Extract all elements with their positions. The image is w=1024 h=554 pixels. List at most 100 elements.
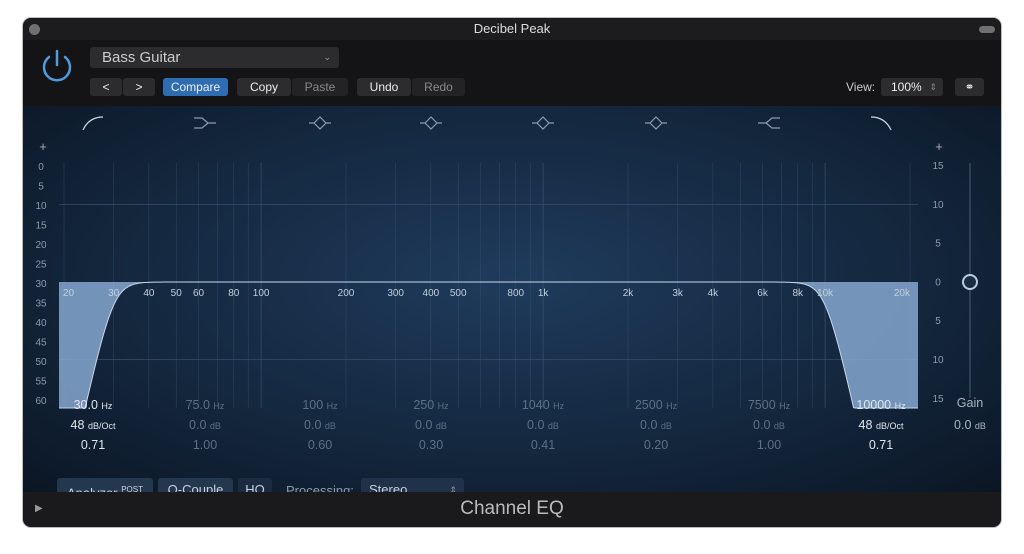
freq-label: 300 xyxy=(387,288,404,299)
band-frequency[interactable]: 10000 Hz xyxy=(831,398,931,412)
freq-label: 100 xyxy=(253,288,270,299)
freq-label: 50 xyxy=(171,288,183,299)
freq-label: 40 xyxy=(143,288,155,299)
band-frequency[interactable]: 1040 Hz xyxy=(493,398,593,412)
band-q-value: 1.00 xyxy=(192,438,218,452)
band-q[interactable]: 0.30 xyxy=(381,438,481,452)
band-frequency[interactable]: 100 Hz xyxy=(270,398,370,412)
band-q[interactable]: 1.00 xyxy=(719,438,819,452)
band-gain-value: 0.0 xyxy=(304,418,322,432)
peak-icon[interactable] xyxy=(645,116,667,130)
resize-pill[interactable] xyxy=(979,26,995,33)
compare-button[interactable]: Compare xyxy=(163,78,228,96)
eq-graph[interactable]: 20 30 40 50 60 80 100 200 300 400 500 800 1k 2k 3k 4k 6k… xyxy=(23,106,1001,492)
band-q[interactable]: 0.71 xyxy=(831,438,931,452)
peak-icon[interactable] xyxy=(309,116,331,130)
eq-panel: 20 30 40 50 60 80 100 200 300 400 500 800 1k 2k 3k 4k 6k… xyxy=(23,106,1001,502)
preset-dropdown[interactable]: Bass Guitar ⌄ xyxy=(90,47,339,68)
freq-label: 500 xyxy=(450,288,467,299)
gain-slider-knob[interactable] xyxy=(962,274,978,290)
gain-scale-tick: 5 xyxy=(935,239,941,250)
band-gain[interactable]: 0.0 dB xyxy=(719,418,819,432)
copy-button[interactable]: Copy xyxy=(237,78,291,96)
band-frequency-value: 100 xyxy=(302,398,324,412)
band-gain-unit: dB xyxy=(773,421,785,431)
band-gain-unit: dB xyxy=(435,421,447,431)
title-bar: Decibel Peak xyxy=(23,18,1001,40)
freq-label: 200 xyxy=(338,288,355,299)
next-preset-button[interactable]: > xyxy=(123,78,155,96)
band-gain-value: 48 xyxy=(858,418,873,432)
close-dot[interactable] xyxy=(29,24,40,35)
band-frequency-unit: Hz xyxy=(666,401,678,411)
paste-button[interactable]: Paste xyxy=(292,78,348,96)
band-q[interactable]: 1.00 xyxy=(155,438,255,452)
power-icon[interactable] xyxy=(38,48,76,86)
band-frequency-unit: Hz xyxy=(553,401,565,411)
band-frequency-value: 7500 xyxy=(747,398,776,412)
low-cut-icon[interactable] xyxy=(82,116,104,131)
bottom-bar: ▶ Channel EQ xyxy=(23,492,1001,527)
stepper-icon: ⇕ xyxy=(929,82,937,92)
band-frequency[interactable]: 2500 Hz xyxy=(606,398,706,412)
band-gain[interactable]: 0.0 dB xyxy=(155,418,255,432)
band-frequency-value: 1040 xyxy=(521,398,550,412)
analyzer-scale-tick: 50 xyxy=(35,357,47,368)
gain-scale-tick: 15 xyxy=(932,161,944,172)
band-gain-value: 0.0 xyxy=(189,418,207,432)
band-gain[interactable]: 0.0 dB xyxy=(606,418,706,432)
band-frequency[interactable]: 30.0 Hz xyxy=(43,398,143,412)
band-q[interactable]: 0.41 xyxy=(493,438,593,452)
view-zoom-stepper[interactable]: 100% ⇕ xyxy=(881,78,943,96)
band-frequency-unit: Hz xyxy=(326,401,338,411)
freq-label: 8k xyxy=(792,288,804,299)
cut-region-fill xyxy=(59,282,918,408)
band-q-value: 0.71 xyxy=(80,438,106,452)
band-frequency-unit: Hz xyxy=(213,401,225,411)
gain-scale-tick: 10 xyxy=(932,200,944,211)
freq-label: 400 xyxy=(423,288,440,299)
redo-button[interactable]: Redo xyxy=(412,78,465,96)
band-gain[interactable]: 48 dB/Oct xyxy=(831,418,931,432)
high-shelf-icon[interactable] xyxy=(758,117,780,129)
band-gain[interactable]: 0.0 dB xyxy=(270,418,370,432)
plugin-name: Channel EQ xyxy=(460,498,564,519)
master-gain-unit: dB xyxy=(974,421,986,431)
peak-icon[interactable] xyxy=(532,116,554,130)
prev-preset-button[interactable]: < xyxy=(90,78,122,96)
band-q-value: 0.20 xyxy=(643,438,669,452)
analyzer-scale-tick: 0 xyxy=(38,162,44,173)
band-frequency[interactable]: 7500 Hz xyxy=(719,398,819,412)
freq-label: 2k xyxy=(623,288,635,299)
band-q[interactable]: 0.71 xyxy=(43,438,143,452)
band-gain-value: 48 xyxy=(70,418,85,432)
analyzer-scale-tick: 5 xyxy=(38,182,44,193)
band-frequency-unit: Hz xyxy=(101,401,113,411)
band-frequency[interactable]: 250 Hz xyxy=(381,398,481,412)
high-cut-icon[interactable] xyxy=(870,116,892,131)
band-q-value: 0.30 xyxy=(418,438,444,452)
analyzer-scale-tick: 35 xyxy=(35,299,47,310)
band-frequency-value: 75.0 xyxy=(185,398,210,412)
master-gain-value: 0.0 dB xyxy=(920,418,1001,432)
freq-label: 4k xyxy=(708,288,720,299)
band-gain[interactable]: 48 dB/Oct xyxy=(43,418,143,432)
band-q[interactable]: 0.60 xyxy=(270,438,370,452)
gain-plus-icon: + xyxy=(935,139,943,154)
analyzer-scale-tick: 20 xyxy=(35,240,47,251)
band-gain-unit: dB xyxy=(209,421,221,431)
eq-curve xyxy=(59,281,918,409)
freq-label: 20 xyxy=(63,288,75,299)
disclosure-triangle-icon[interactable]: ▶ xyxy=(35,492,43,526)
view-label: View: xyxy=(846,80,876,94)
band-gain[interactable]: 0.0 dB xyxy=(493,418,593,432)
low-shelf-icon[interactable] xyxy=(194,117,216,129)
link-button[interactable]: ⚭ xyxy=(955,78,984,96)
band-gain-value: 0.0 xyxy=(640,418,658,432)
band-gain[interactable]: 0.0 dB xyxy=(381,418,481,432)
band-q[interactable]: 0.20 xyxy=(606,438,706,452)
link-icon: ⚭ xyxy=(964,80,975,94)
band-frequency[interactable]: 75.0 Hz xyxy=(155,398,255,412)
peak-icon[interactable] xyxy=(420,116,442,130)
undo-button[interactable]: Undo xyxy=(357,78,411,96)
